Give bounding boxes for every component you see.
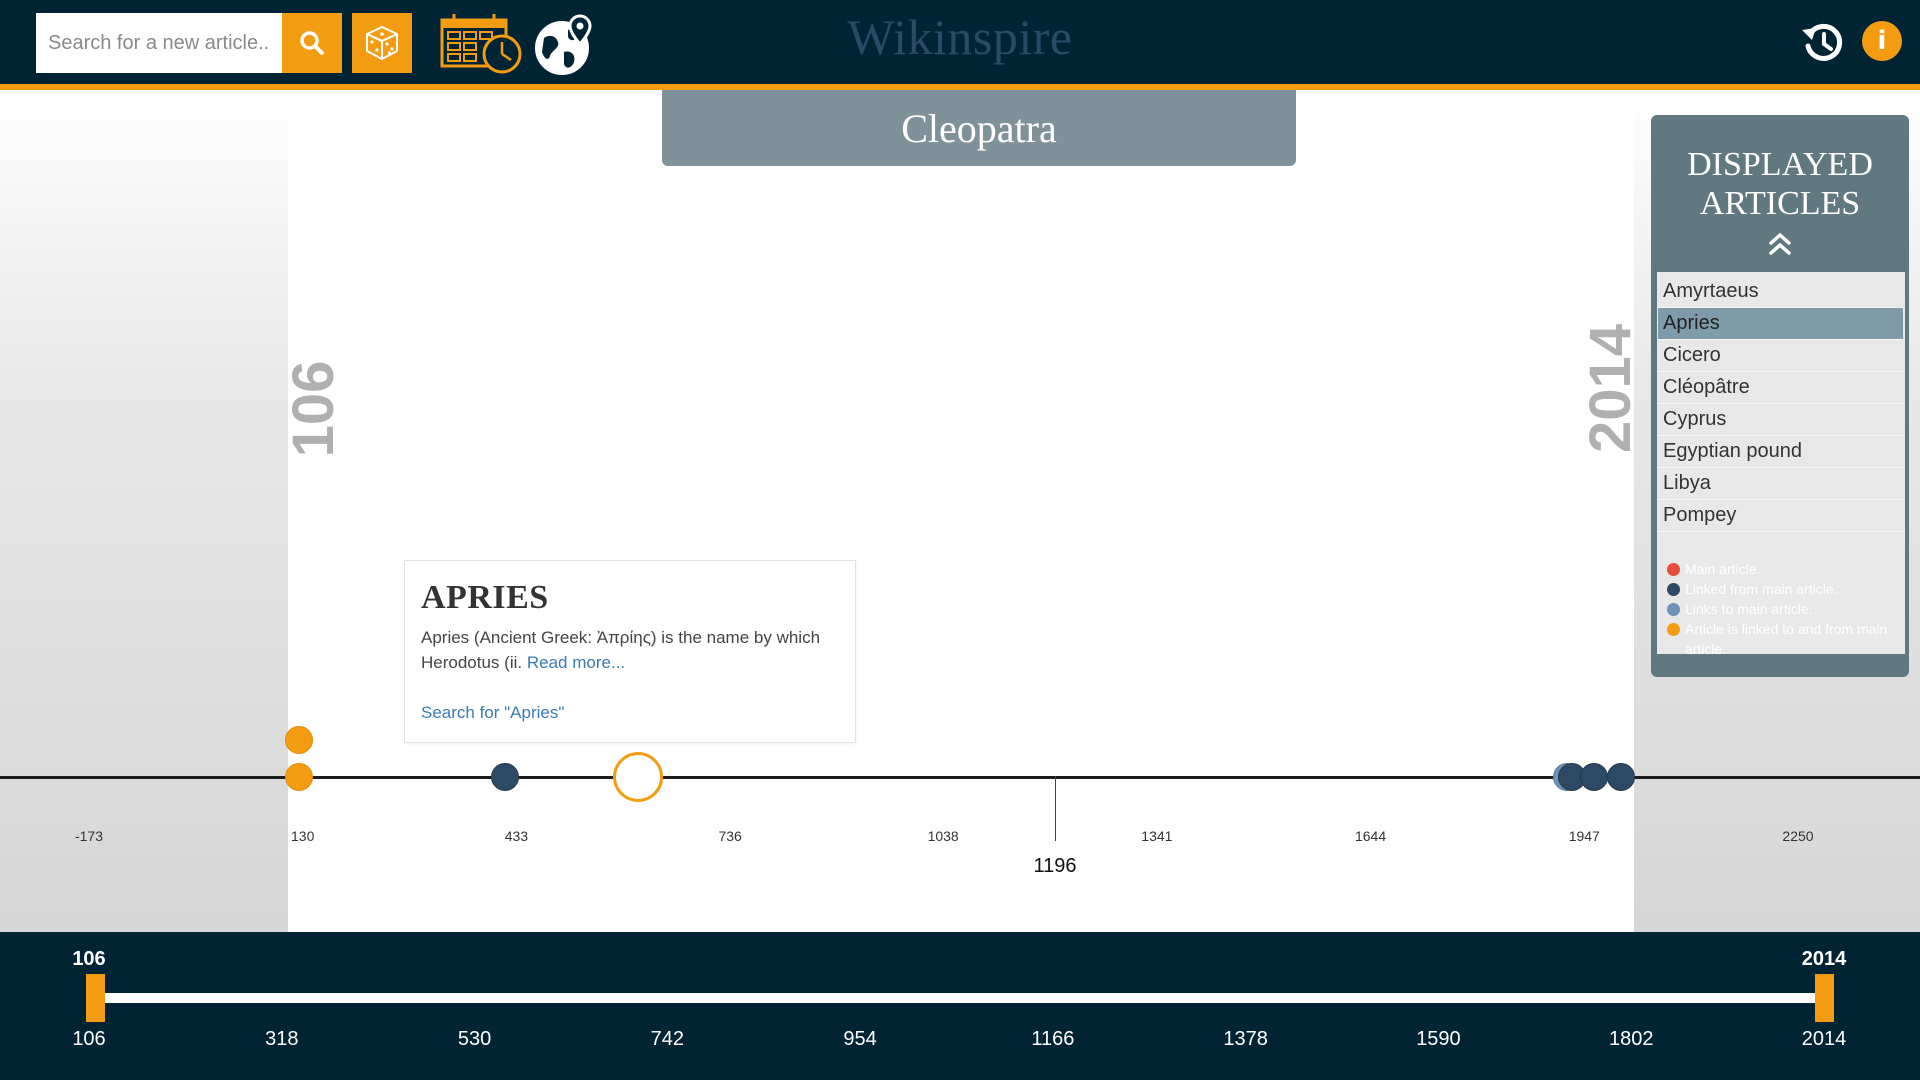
legend-swatch-icon xyxy=(1667,583,1680,596)
legend-label: Main article. xyxy=(1685,561,1761,577)
timeline-tick-label: 1947 xyxy=(1568,828,1600,844)
site-title[interactable]: Wikinspire xyxy=(760,8,1160,66)
displayed-articles-title: DISPLAYED ARTICLES xyxy=(1687,146,1873,222)
calendar-clock-icon xyxy=(440,14,522,74)
search-for-article-link[interactable]: Search for "Apries" xyxy=(421,703,564,723)
double-chevron-up-icon xyxy=(1769,233,1791,255)
range-slider-tick-label: 318 xyxy=(265,1028,299,1050)
timeline-event-dot[interactable] xyxy=(1580,763,1609,791)
info-button[interactable]: i xyxy=(1862,21,1902,61)
timeline-tick-label: 1644 xyxy=(1354,828,1387,844)
timeline-tick-label: 2250 xyxy=(1782,828,1814,844)
displayed-articles-header: DISPLAYED ARTICLES xyxy=(1651,115,1909,272)
timeline-view-button[interactable] xyxy=(440,14,526,74)
legend-label: Article is linked to and from main artic… xyxy=(1685,621,1888,657)
range-slider-max-handle[interactable] xyxy=(1815,974,1834,1022)
displayed-articles-panel: DISPLAYED ARTICLES Amyrtaeus Apries Cicero… xyxy=(1651,115,1909,677)
timeline-center-year: 1196 xyxy=(1033,855,1077,877)
range-slider-tick-label: 2014 xyxy=(1801,1028,1847,1050)
article-preview-card: APRIES Apries (Ancient Greek: Ἀπρίης) is… xyxy=(404,560,856,743)
legend-entry: Main article. xyxy=(1663,559,1903,579)
app-root: Wikinspire i Cleopatra 106 2014 -173 130 4… xyxy=(0,0,1920,1080)
legend-label: Links to main article. xyxy=(1685,601,1813,617)
read-more-link[interactable]: Read more... xyxy=(527,653,625,672)
range-slider-tick-label: 1378 xyxy=(1223,1028,1268,1050)
displayed-article-item[interactable]: Libya xyxy=(1658,468,1903,500)
timeline-event-dot[interactable] xyxy=(1606,763,1635,791)
legend-swatch-icon xyxy=(1667,623,1680,636)
main-article-title[interactable]: Cleopatra xyxy=(662,90,1296,166)
range-slider-tick-label: 1166 xyxy=(1031,1028,1075,1050)
range-slider-tick-label: 954 xyxy=(843,1028,877,1050)
range-start-label: 106 xyxy=(281,360,346,458)
timeline-event-selected[interactable] xyxy=(613,752,664,802)
range-slider xyxy=(0,932,1920,1080)
legend-entry: Linked from main article. xyxy=(1663,579,1903,599)
timeline-event-dot[interactable] xyxy=(285,726,314,754)
range-slider-min-handle[interactable] xyxy=(86,974,105,1022)
timeline-tick-label: 736 xyxy=(718,828,742,844)
legend-entry: Article is linked to and from main artic… xyxy=(1663,619,1903,659)
timeline-event-dot[interactable] xyxy=(491,763,520,791)
search-input[interactable] xyxy=(36,13,282,73)
legend-swatch-icon xyxy=(1667,603,1680,616)
timeline-tick-label: 1341 xyxy=(1141,828,1173,844)
range-slider-tick-label: 1590 xyxy=(1416,1028,1461,1050)
legend-label: Linked from main article. xyxy=(1685,581,1838,597)
out-of-range-left xyxy=(0,90,288,932)
timeline-tick-label: 130 xyxy=(291,828,315,844)
displayed-article-item[interactable]: Cléopâtre xyxy=(1658,372,1903,404)
legend-swatch-icon xyxy=(1667,563,1680,576)
top-bar: Wikinspire i xyxy=(0,0,1920,84)
displayed-article-item[interactable]: Apries xyxy=(1658,308,1903,340)
history-icon xyxy=(1802,23,1843,61)
range-slider-tick-label: 742 xyxy=(650,1028,685,1050)
globe-pin-icon xyxy=(535,14,592,75)
timeline-tick-label: 433 xyxy=(504,828,529,844)
map-view-button[interactable] xyxy=(534,14,596,76)
range-slider-tick-label: 530 xyxy=(457,1028,492,1050)
info-icon: i xyxy=(1877,26,1887,56)
range-slider-track[interactable] xyxy=(100,993,1822,1003)
timeline-center-marker xyxy=(1055,776,1056,841)
dice-icon xyxy=(366,26,398,60)
range-slider-tick-label: 1802 xyxy=(1608,1028,1654,1050)
displayed-article-item[interactable]: Cyprus xyxy=(1658,404,1903,436)
timeline-tick-label: 1038 xyxy=(927,828,959,844)
history-button[interactable] xyxy=(1800,20,1846,66)
range-end-label: 2014 xyxy=(1578,323,1643,453)
random-article-button[interactable] xyxy=(352,13,412,73)
range-slider-min-value: 106 xyxy=(72,948,106,970)
displayed-article-item[interactable]: Amyrtaeus xyxy=(1658,276,1903,308)
range-slider-tick-label: 106 xyxy=(72,1028,106,1050)
search-icon xyxy=(300,31,324,55)
displayed-article-item[interactable]: Pompey xyxy=(1658,500,1903,532)
legend-entry: Links to main article. xyxy=(1663,599,1903,619)
displayed-article-item[interactable]: Egyptian pound xyxy=(1658,436,1903,468)
search-button[interactable] xyxy=(282,13,342,73)
displayed-article-item[interactable]: Cicero xyxy=(1658,340,1903,372)
range-slider-max-value: 2014 xyxy=(1801,948,1847,970)
article-preview-excerpt: Apries (Ancient Greek: Ἀπρίης) is the na… xyxy=(421,625,839,675)
timeline-tick-label: -173 xyxy=(74,828,104,844)
article-preview-title: APRIES xyxy=(421,579,549,616)
legend: Main article. Linked from main article. Li… xyxy=(1663,559,1903,659)
collapse-panel-button[interactable] xyxy=(1763,229,1797,259)
timeline-event-dot[interactable] xyxy=(285,763,314,791)
